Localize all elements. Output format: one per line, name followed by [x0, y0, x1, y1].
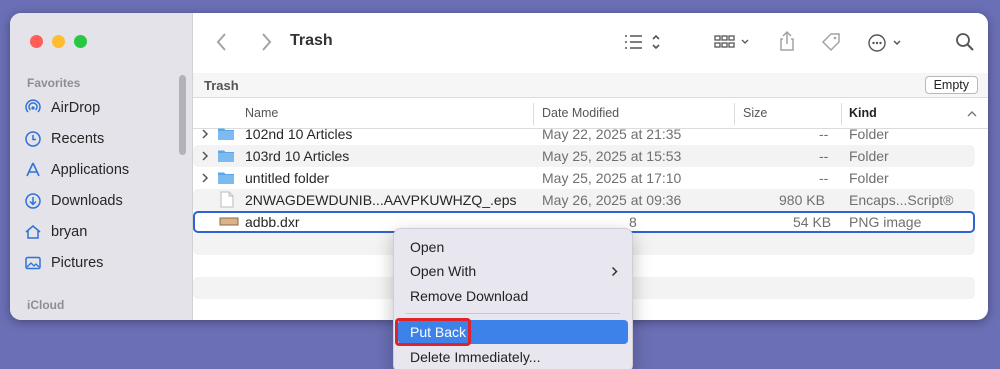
sidebar: Favorites AirDrop Recents Applications D… [10, 13, 193, 320]
search-button[interactable] [955, 32, 975, 52]
clock-icon [25, 131, 41, 147]
document-icon [220, 191, 234, 208]
tags-button[interactable] [820, 31, 842, 53]
file-name: 103rd 10 Articles [245, 148, 350, 164]
sort-ascending-icon [967, 111, 977, 117]
grid-group-icon [714, 35, 749, 48]
image-file-icon [219, 217, 239, 226]
path-bar: Trash Empty [193, 73, 988, 98]
file-kind: PNG image [849, 214, 922, 230]
file-name: 2NWAGDEWDUNIB...AAVPKUWHZQ_.eps [245, 192, 517, 208]
submenu-chevron-icon [611, 266, 618, 277]
file-row-102nd[interactable]: 102nd 10 Articles May 22, 2025 at 21:35 … [193, 123, 975, 145]
forward-button[interactable] [259, 32, 273, 52]
file-size: -- [819, 126, 829, 142]
file-date: May 25, 2025 at 17:10 [542, 170, 682, 186]
empty-trash-button[interactable]: Empty [924, 76, 978, 94]
file-size: 54 KB [793, 214, 832, 230]
sidebar-section-favorites: Favorites [27, 76, 81, 90]
sidebar-item-pictures[interactable]: Pictures [24, 250, 184, 276]
tag-icon [821, 33, 840, 52]
share-icon [780, 30, 794, 51]
file-name: 102nd 10 Articles [245, 126, 353, 142]
sidebar-item-label: Recents [51, 131, 105, 147]
file-date: May 26, 2025 at 09:36 [542, 192, 682, 208]
menu-item-remove-download[interactable]: Remove Download [398, 284, 628, 308]
sidebar-item-label: Applications [51, 162, 130, 178]
menu-item-label: Open With [410, 263, 477, 279]
sidebar-section-icloud: iCloud [27, 298, 65, 312]
sidebar-item-downloads[interactable]: Downloads [24, 188, 184, 214]
context-menu: Open Open With Remove Download Put Back … [393, 228, 633, 369]
close-window-button[interactable] [30, 35, 43, 48]
column-date-modified[interactable]: Date Modified [542, 106, 619, 120]
file-name: adbb.dxr [245, 214, 300, 230]
menu-item-open-with[interactable]: Open With [398, 259, 628, 283]
column-divider[interactable] [734, 103, 735, 125]
file-date: May 22, 2025 at 21:35 [542, 126, 682, 142]
airdrop-icon [25, 99, 41, 113]
disclosure-chevron-icon[interactable] [201, 172, 209, 184]
toolbar: Trash [193, 13, 988, 73]
group-button[interactable] [714, 34, 754, 50]
folder-icon [218, 172, 234, 184]
file-size: 980 KB [779, 192, 825, 208]
path-label: Trash [204, 78, 239, 93]
sidebar-scrollbar[interactable] [179, 75, 186, 155]
menu-item-delete-immediately[interactable]: Delete Immediately... [398, 345, 628, 369]
file-row-untitled-folder[interactable]: untitled folder May 25, 2025 at 17:10 --… [193, 167, 975, 189]
file-date: 8 [629, 214, 637, 230]
file-row-103rd[interactable]: 103rd 10 Articles May 25, 2025 at 15:53 … [193, 145, 975, 167]
disclosure-chevron-icon[interactable] [201, 128, 209, 140]
column-kind[interactable]: Kind [849, 106, 877, 120]
ellipsis-icon [868, 34, 901, 52]
pictures-icon [25, 256, 41, 270]
file-kind: Folder [849, 170, 889, 186]
applications-icon [26, 162, 40, 177]
sidebar-item-airdrop[interactable]: AirDrop [24, 95, 184, 121]
back-button[interactable] [215, 32, 229, 52]
share-button[interactable] [778, 30, 796, 52]
sidebar-item-recents[interactable]: Recents [24, 126, 184, 152]
menu-separator [406, 313, 620, 314]
download-icon [25, 193, 41, 209]
menu-item-open[interactable]: Open [398, 235, 628, 259]
file-name: untitled folder [245, 170, 330, 186]
file-kind: Encaps...Script® [849, 192, 954, 208]
minimize-window-button[interactable] [52, 35, 65, 48]
sidebar-item-label: Downloads [51, 193, 123, 209]
disclosure-chevron-icon[interactable] [201, 150, 209, 162]
search-icon [956, 33, 974, 51]
column-name[interactable]: Name [245, 106, 278, 120]
window-title: Trash [290, 32, 333, 49]
home-icon [25, 225, 41, 239]
chevron-right-icon [262, 33, 272, 51]
list-view-icon [625, 34, 660, 50]
sidebar-item-label: Pictures [51, 255, 104, 271]
sidebar-item-bryan[interactable]: bryan [24, 219, 184, 245]
chevron-left-icon [216, 33, 226, 51]
column-size[interactable]: Size [743, 106, 767, 120]
column-divider[interactable] [533, 103, 534, 125]
file-size: -- [819, 148, 829, 164]
column-divider[interactable] [841, 103, 842, 125]
file-kind: Folder [849, 148, 889, 164]
file-row-eps[interactable]: 2NWAGDEWDUNIB...AAVPKUWHZQ_.eps May 26, … [193, 189, 975, 211]
file-date: May 25, 2025 at 15:53 [542, 148, 682, 164]
sidebar-item-applications[interactable]: Applications [24, 157, 184, 183]
sidebar-item-label: AirDrop [51, 100, 101, 116]
folder-icon [218, 128, 234, 140]
action-button[interactable] [868, 33, 906, 53]
zoom-window-button[interactable] [74, 35, 87, 48]
file-size: -- [819, 170, 829, 186]
list-view-button[interactable] [623, 33, 663, 51]
highlight-annotation-box [395, 318, 471, 346]
sidebar-item-label: bryan [51, 224, 88, 240]
folder-icon [218, 150, 234, 162]
file-kind: Folder [849, 126, 889, 142]
